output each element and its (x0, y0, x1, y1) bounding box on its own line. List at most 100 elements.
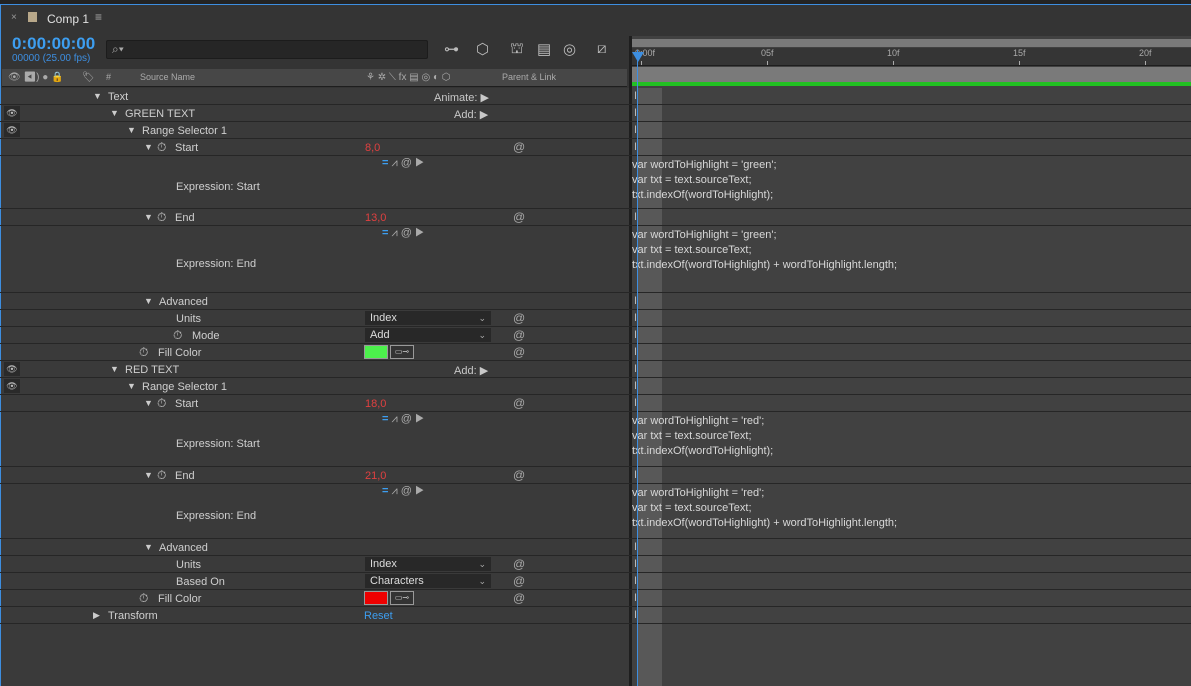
expression-code-field[interactable]: var wordToHighlight = 'green'; var txt =… (632, 158, 777, 203)
expression-pickwhip-icon[interactable]: @ (513, 591, 525, 605)
panel-menu-icon[interactable]: ≡ (95, 10, 102, 24)
expand-triangle-icon[interactable]: ▼ (127, 125, 136, 135)
tab-comp-1[interactable]: Comp 1 (47, 12, 89, 26)
property-row: ⏱ Fill Color ▭⊸ @ I (0, 344, 1191, 361)
property-row: 👁 ▼ GREEN TEXT Add: ▶ I (0, 105, 1191, 122)
expression-pickwhip-icon[interactable]: @ (401, 485, 415, 497)
property-dropdown[interactable]: Index ⌄ (365, 557, 491, 571)
expand-triangle-icon[interactable]: ▼ (144, 296, 153, 306)
expression-graph-icon[interactable]: ⩘ (391, 413, 400, 425)
property-value[interactable]: 21,0 (365, 470, 386, 482)
expression-pickwhip-icon[interactable]: @ (513, 396, 525, 410)
comp-color-label (28, 12, 37, 22)
expression-pickwhip-icon[interactable]: @ (513, 345, 525, 359)
ruler-tick (893, 61, 894, 65)
expression-pickwhip-icon[interactable]: @ (513, 328, 525, 342)
expression-language-menu-icon[interactable]: ▶ (415, 227, 424, 239)
expression-pickwhip-icon[interactable]: @ (401, 413, 415, 425)
visibility-eye-icon[interactable]: 👁 (4, 379, 20, 393)
expression-code-field[interactable]: var wordToHighlight = 'red'; var txt = t… (632, 486, 897, 531)
label-icon[interactable]: 🏷 (82, 72, 95, 83)
row-label: Transform (108, 610, 158, 622)
expand-triangle-icon[interactable]: ▶ (93, 610, 100, 621)
row-label: Units (176, 559, 202, 571)
expression-controls: = ⩘ @ ▶ (382, 485, 424, 498)
expression-pickwhip-icon[interactable]: @ (401, 157, 415, 169)
expression-pickwhip-icon[interactable]: @ (513, 140, 525, 154)
expression-code-field[interactable]: var wordToHighlight = 'red'; var txt = t… (632, 414, 773, 459)
property-value[interactable]: 18,0 (365, 398, 386, 410)
column-source-name[interactable]: Source Name (140, 72, 195, 82)
expand-triangle-icon[interactable]: ▼ (110, 108, 119, 118)
current-time-display[interactable]: 0:00:00:00 (12, 34, 95, 54)
expression-pickwhip-icon[interactable]: @ (513, 311, 525, 325)
color-swatch[interactable] (364, 591, 388, 605)
animate-button[interactable]: Animate: ▶ (434, 91, 489, 104)
stopwatch-icon[interactable]: ⏱ (157, 396, 166, 411)
property-dropdown[interactable]: Index ⌄ (365, 311, 491, 325)
stopwatch-icon[interactable]: ⏱ (139, 345, 148, 360)
eyedropper-icon[interactable]: ▭⊸ (390, 345, 414, 359)
visibility-eye-icon[interactable]: 👁 (4, 123, 20, 137)
reset-link[interactable]: Reset (364, 610, 393, 622)
property-dropdown[interactable]: Add ⌄ (365, 328, 491, 342)
add-button[interactable]: Add: ▶ (454, 108, 488, 121)
work-area-bar[interactable] (632, 67, 1191, 82)
dropdown-value: Characters (370, 575, 424, 587)
expression-language-menu-icon[interactable]: ▶ (415, 157, 424, 169)
expression-language-menu-icon[interactable]: ▶ (415, 413, 424, 425)
time-navigator[interactable] (632, 39, 1191, 47)
property-dropdown[interactable]: Characters ⌄ (365, 574, 491, 588)
expression-controls: = ⩘ @ ▶ (382, 227, 424, 240)
expand-triangle-icon[interactable]: ▼ (144, 212, 153, 222)
row-label: Range Selector 1 (142, 125, 227, 137)
row-label: Text (108, 91, 129, 103)
expand-triangle-icon[interactable]: ▼ (144, 398, 153, 408)
expand-triangle-icon[interactable]: ▼ (127, 381, 136, 391)
expression-code-field[interactable]: var wordToHighlight = 'green'; var txt =… (632, 228, 897, 273)
stopwatch-icon[interactable]: ⏱ (139, 591, 148, 606)
av-switches-icons: 👁 ◀) ● 🔒 (8, 72, 64, 83)
stopwatch-icon[interactable]: ⏱ (157, 468, 166, 483)
column-number[interactable]: # (106, 72, 111, 82)
current-time-indicator[interactable] (637, 50, 638, 686)
stopwatch-icon[interactable]: ⏱ (173, 328, 182, 343)
layer-search-input[interactable]: ⌕▾ (106, 40, 428, 59)
expand-triangle-icon[interactable]: ▼ (144, 142, 153, 152)
expand-triangle-icon[interactable]: ▼ (93, 91, 102, 101)
property-value[interactable]: 13,0 (365, 212, 386, 224)
motion-blur-icon[interactable]: ◎ (563, 40, 576, 58)
time-ruler[interactable]: 0:00f 05f 10f 15f 20f (632, 48, 1191, 66)
expression-pickwhip-icon[interactable]: @ (513, 210, 525, 224)
property-value[interactable]: 8,0 (365, 142, 380, 154)
expression-pickwhip-icon[interactable]: @ (513, 574, 525, 588)
property-row: ▼ ⏱ Start 8,0 @ I (0, 139, 1191, 156)
graph-editor-icon[interactable]: ⧄ (597, 40, 607, 57)
expression-pickwhip-icon[interactable]: @ (401, 227, 415, 239)
ruler-tick (1019, 61, 1020, 65)
column-parent-link[interactable]: Parent & Link (502, 72, 556, 82)
expression-graph-icon[interactable]: ⩘ (391, 157, 400, 169)
frame-blending-icon[interactable]: ▤ (537, 40, 551, 58)
expression-language-menu-icon[interactable]: ▶ (415, 485, 424, 497)
color-swatch[interactable] (364, 345, 388, 359)
stopwatch-icon[interactable]: ⏱ (157, 210, 166, 225)
composition-flowchart-icon[interactable]: ⊶ (444, 40, 459, 58)
expression-pickwhip-icon[interactable]: @ (513, 468, 525, 482)
expression-graph-icon[interactable]: ⩘ (391, 227, 400, 239)
expand-triangle-icon[interactable]: ▼ (144, 470, 153, 480)
eyedropper-icon[interactable]: ▭⊸ (390, 591, 414, 605)
add-button[interactable]: Add: ▶ (454, 364, 488, 377)
draft-3d-icon[interactable]: ⬡ (476, 40, 489, 58)
search-icon: ⌕▾ (112, 42, 124, 56)
shy-layers-icon[interactable]: ⛫ (510, 40, 524, 59)
expand-triangle-icon[interactable]: ▼ (110, 364, 119, 374)
expand-triangle-icon[interactable]: ▼ (144, 542, 153, 552)
close-tab-button[interactable]: × (11, 12, 17, 23)
expression-graph-icon[interactable]: ⩘ (391, 485, 400, 497)
playhead-handle[interactable] (632, 52, 644, 62)
stopwatch-icon[interactable]: ⏱ (157, 140, 166, 155)
visibility-eye-icon[interactable]: 👁 (4, 106, 20, 120)
visibility-eye-icon[interactable]: 👁 (4, 362, 20, 376)
expression-pickwhip-icon[interactable]: @ (513, 557, 525, 571)
